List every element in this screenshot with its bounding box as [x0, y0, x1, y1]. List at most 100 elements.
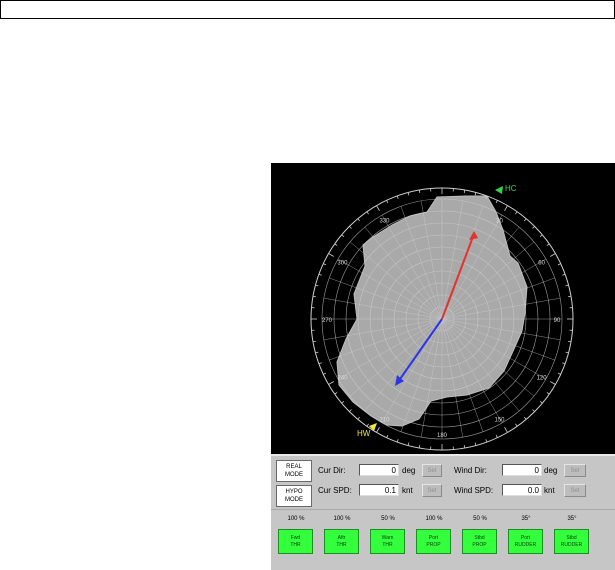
cur-dir-label: Cur Dir: [318, 466, 346, 475]
bearing-tick [386, 200, 389, 204]
bearing-tick [315, 351, 319, 354]
bearing-label: 270 [322, 318, 333, 324]
bearing-tick [334, 243, 338, 246]
wind-dir-field[interactable]: 0 [502, 464, 542, 476]
stbd-rudder-button[interactable]: Stbd RUDDER [554, 529, 589, 554]
wind-spd-set-button[interactable]: Set [564, 484, 586, 497]
bearing-tick [315, 284, 319, 287]
port-prop-button[interactable]: Port PROP [416, 529, 451, 554]
bearing-tick [565, 284, 569, 287]
bearing-tick [318, 273, 322, 276]
bearing-tick [349, 226, 352, 229]
cur-dir-field[interactable]: 0 [359, 464, 399, 476]
bearing-tick [539, 234, 543, 238]
wind-dir-label: Wind Dir: [454, 466, 487, 475]
bearing-tick [341, 400, 345, 404]
bearing-tick [418, 189, 421, 194]
aftr-thr-value: 100 % [333, 516, 351, 522]
fwd-thr-button[interactable]: Fwd THR [278, 529, 313, 554]
stbd-prop-button[interactable]: Stbd PROP [462, 529, 497, 554]
bearing-tick [515, 211, 518, 215]
bearing-tick [366, 423, 369, 427]
bearing-tick [328, 253, 334, 257]
bearing-tick [504, 427, 508, 433]
bearing-label: 240 [337, 376, 348, 382]
bearing-tick [328, 381, 334, 385]
cur-dir-set-button[interactable]: Set [422, 464, 442, 477]
wind-dir-set-button[interactable]: Set [564, 464, 586, 477]
cur-spd-label: Cur SPD: [318, 486, 352, 495]
bearing-tick [567, 340, 572, 343]
cur-spd-field[interactable]: 0.1 [359, 484, 399, 496]
warn-thr-value: 50 % [381, 516, 395, 522]
cur-dir-unit: deg [402, 466, 416, 475]
bearing-tick [550, 381, 556, 385]
bearing-tick [376, 205, 380, 211]
bearing-tick [523, 416, 527, 420]
thruster-controls: 100 % Fwd THR 100 % Aftr THR 50 % Warn T… [271, 509, 615, 570]
stbd-rudder-value: 35° [567, 516, 577, 522]
bearing-tick [396, 439, 399, 443]
bearing-tick [349, 409, 352, 412]
bearing-tick [334, 392, 338, 395]
wind-spd-field[interactable]: 0.0 [502, 484, 542, 496]
hw-marker-label: HW [357, 429, 371, 438]
hypo-mode-button[interactable]: HYPO MODE [276, 485, 312, 507]
bearing-label: 180 [437, 433, 448, 439]
polar-plot: 330 30 60 90 120 150 180 210 240 270 300 HC HW [310, 184, 574, 451]
bearing-tick [341, 234, 345, 238]
bearing-tick [474, 192, 477, 196]
polar-display: 330 30 60 90 120 150 180 210 240 270 300 HC HW [271, 163, 615, 454]
bearing-tick [357, 218, 361, 222]
bearing-tick [495, 434, 498, 438]
bearing-label: 150 [494, 418, 505, 424]
bearing-tick [562, 273, 566, 276]
aftr-thr-button[interactable]: Aftr THR [324, 529, 359, 554]
bearing-tick [515, 423, 518, 427]
bearing-tick [550, 253, 556, 257]
bearing-tick [532, 409, 535, 412]
bearing-label: 60 [538, 261, 545, 267]
real-mode-button[interactable]: REAL MODE [276, 460, 312, 482]
bearing-tick [357, 416, 361, 420]
thrust-envelope-panel: 330 30 60 90 120 150 180 210 240 270 300 HC HW REA… [271, 163, 615, 570]
port-rudder-value: 35° [521, 516, 531, 522]
bearing-tick [523, 218, 527, 222]
bearing-label: 210 [379, 418, 390, 424]
bearing-tick [318, 362, 322, 365]
bearing-tick [557, 263, 561, 266]
bearing-tick [504, 205, 508, 211]
bearing-tick [323, 263, 327, 266]
wind-spd-label: Wind SPD: [454, 486, 494, 495]
wind-spd-unit: knt [544, 486, 555, 495]
bearing-label: 330 [379, 218, 390, 224]
port-prop-value: 100 % [425, 516, 443, 522]
bearing-tick [562, 362, 566, 365]
bearing-tick [463, 444, 466, 449]
bearing-label: 120 [537, 376, 548, 382]
cur-spd-set-button[interactable]: Set [422, 484, 442, 497]
bearing-tick [532, 226, 535, 229]
port-rudder-button[interactable]: Port RUDDER [508, 529, 543, 554]
bearing-tick [546, 392, 550, 395]
bearing-tick [407, 442, 410, 446]
cur-spd-unit: knt [402, 486, 413, 495]
bearing-tick [557, 372, 561, 375]
bearing-tick [323, 372, 327, 375]
bearing-tick [495, 200, 498, 204]
bearing-tick [376, 427, 380, 433]
bearing-tick [539, 400, 543, 404]
bearing-tick [386, 434, 389, 438]
bearing-tick [474, 442, 477, 446]
warn-thr-button[interactable]: Warn THR [370, 529, 405, 554]
hc-marker-label: HC [505, 184, 517, 193]
title-bar [0, 0, 615, 19]
bearing-tick [546, 243, 550, 246]
hc-marker-icon [495, 186, 503, 194]
bearing-tick [567, 295, 572, 298]
bearing-label: 30 [496, 218, 503, 224]
fwd-thr-value: 100 % [287, 516, 305, 522]
bearing-tick [312, 295, 317, 298]
stbd-prop-value: 50 % [473, 516, 487, 522]
bearing-tick [407, 192, 410, 196]
